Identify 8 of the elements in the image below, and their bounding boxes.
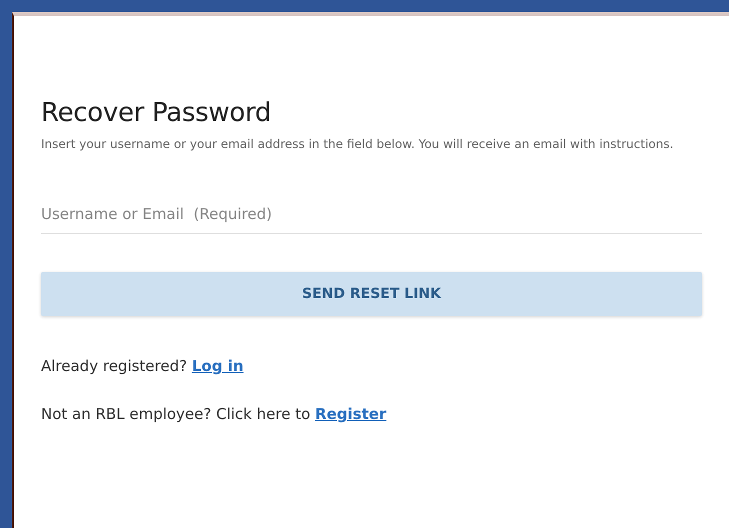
page-title: Recover Password — [41, 98, 272, 128]
instructions-text: Insert your username or your email address in the field below. You will receive an email with instructions. — [41, 136, 674, 153]
prompt-text: Not an RBL employee? Click here to Register — [41, 405, 388, 423]
prompt-text: Already registered? Log in — [41, 357, 245, 375]
username-field[interactable]: Username or Email (Required) — [41, 205, 702, 234]
link[interactable]: Register — [315, 405, 386, 423]
link[interactable]: Log in — [192, 357, 244, 375]
send-reset-link-button[interactable]: SEND RESET LINK — [41, 272, 702, 316]
